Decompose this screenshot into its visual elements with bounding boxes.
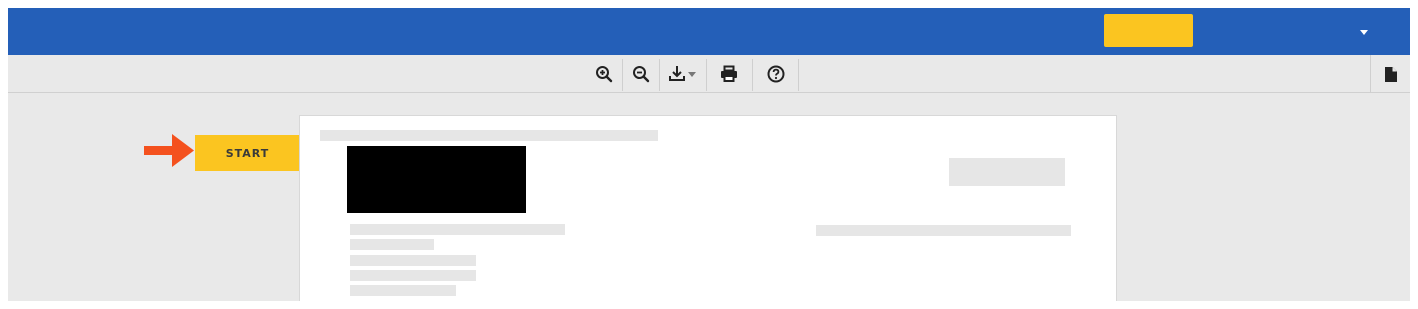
start-tab[interactable]: START — [195, 135, 300, 171]
app-frame: START — [8, 8, 1410, 301]
redacted-logo — [347, 146, 526, 213]
caret-down-icon — [1360, 29, 1368, 35]
document-page — [299, 115, 1117, 301]
help-icon — [767, 65, 784, 83]
download-button[interactable] — [660, 55, 706, 93]
print-icon — [721, 65, 737, 82]
arrow-right-icon — [144, 134, 194, 167]
text-placeholder — [350, 239, 434, 250]
help-button[interactable] — [753, 55, 798, 93]
header-action-button[interactable] — [1104, 14, 1193, 47]
viewer-toolbar — [8, 55, 1410, 93]
zoom-in-button[interactable] — [586, 55, 622, 93]
zoom-out-button[interactable] — [623, 55, 659, 93]
text-placeholder — [816, 225, 1071, 236]
toolbar-divider — [798, 59, 799, 91]
zoom-out-icon — [633, 66, 650, 83]
document-viewer: START — [8, 94, 1410, 301]
top-bar — [8, 8, 1410, 55]
zoom-in-icon — [596, 66, 613, 83]
text-placeholder — [350, 285, 456, 296]
text-placeholder — [320, 130, 658, 141]
print-button[interactable] — [707, 55, 751, 93]
text-placeholder — [350, 270, 476, 281]
document-panel-button[interactable] — [1370, 55, 1410, 93]
download-icon — [669, 66, 696, 81]
menu-dropdown-button[interactable] — [1352, 22, 1376, 42]
text-placeholder — [949, 158, 1065, 186]
document-icon — [1384, 66, 1397, 82]
text-placeholder — [350, 255, 476, 266]
text-placeholder — [350, 224, 565, 235]
